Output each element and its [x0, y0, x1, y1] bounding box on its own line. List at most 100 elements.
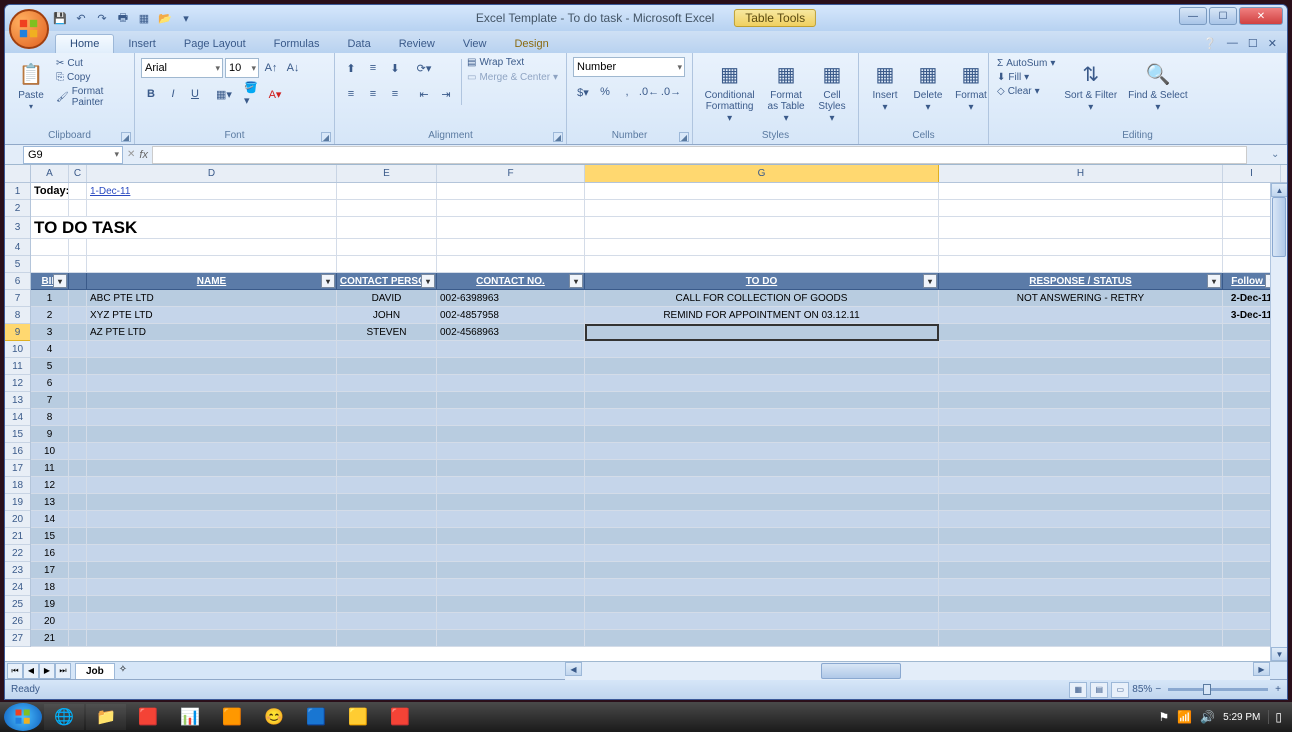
close-button[interactable]: ✕ [1239, 7, 1283, 25]
row-header-14[interactable]: 14 [5, 409, 30, 426]
close-workbook-icon[interactable]: ✕ [1268, 37, 1277, 50]
cell[interactable] [337, 562, 437, 579]
cell[interactable] [87, 426, 337, 443]
column-headers[interactable]: ACDEFGHI [31, 165, 1287, 183]
cell[interactable] [939, 392, 1223, 409]
cell[interactable]: CALL FOR COLLECTION OF GOODS [585, 290, 939, 307]
cell[interactable] [939, 324, 1223, 341]
cell[interactable] [437, 613, 585, 630]
clear-button[interactable]: ◇Clear ▾ [995, 85, 1057, 98]
tab-insert[interactable]: Insert [114, 35, 170, 53]
row-header-17[interactable]: 17 [5, 460, 30, 477]
col-header-G[interactable]: G [585, 165, 939, 182]
cell[interactable] [337, 239, 437, 256]
cell[interactable]: 002-4568963 [437, 324, 585, 341]
cell[interactable]: 1-Dec-11 [87, 183, 337, 200]
cell[interactable] [585, 511, 939, 528]
tray-flag-icon[interactable]: ⚑ [1158, 710, 1169, 724]
restore-workbook-icon[interactable]: ☐ [1248, 37, 1258, 50]
row-header-25[interactable]: 25 [5, 596, 30, 613]
taskbar-app-icon[interactable]: 🟥 [128, 704, 168, 730]
cell[interactable] [69, 477, 87, 494]
wrap-text-button[interactable]: ▤Wrap Text [467, 57, 558, 68]
format-as-table-button[interactable]: ▦Format as Table ▾ [763, 57, 809, 126]
align-top-icon[interactable]: ⬆ [341, 58, 361, 78]
taskbar-ie-icon[interactable]: 🌐 [44, 704, 84, 730]
col-header-H[interactable]: H [939, 165, 1223, 182]
table-header[interactable]: RESPONSE / STATUS▾ [939, 273, 1223, 290]
minimize-button[interactable]: — [1179, 7, 1207, 25]
cell[interactable] [87, 239, 337, 256]
row-header-23[interactable]: 23 [5, 562, 30, 579]
fill-color-button[interactable]: 🪣▾ [243, 84, 263, 104]
copy-button[interactable]: ⎘Copy [54, 71, 128, 84]
scroll-up-icon[interactable]: ▲ [1271, 183, 1287, 197]
cell[interactable]: 7 [31, 392, 69, 409]
cell[interactable] [585, 409, 939, 426]
col-header-A[interactable]: A [31, 165, 69, 182]
cell[interactable] [337, 460, 437, 477]
cell[interactable] [585, 579, 939, 596]
cell[interactable] [585, 183, 939, 200]
select-all-corner[interactable] [5, 165, 31, 183]
qat-more-icon[interactable]: ▾ [177, 9, 195, 27]
cell[interactable] [437, 528, 585, 545]
zoom-handle[interactable] [1203, 684, 1211, 695]
cell[interactable] [939, 579, 1223, 596]
cell[interactable] [337, 579, 437, 596]
cell[interactable] [585, 545, 939, 562]
prev-sheet-icon[interactable]: ◀ [23, 663, 39, 679]
next-sheet-icon[interactable]: ▶ [39, 663, 55, 679]
table-header[interactable]: TO DO▾ [585, 273, 939, 290]
cell[interactable] [31, 256, 69, 273]
row-headers[interactable]: 1234567891011121314151617181920212223242… [5, 183, 31, 647]
cell[interactable] [939, 341, 1223, 358]
cell[interactable] [939, 562, 1223, 579]
cell[interactable] [337, 477, 437, 494]
cell[interactable]: 14 [31, 511, 69, 528]
filter-dropdown-icon[interactable]: ▾ [53, 274, 67, 288]
cell[interactable]: 002-6398963 [437, 290, 585, 307]
tab-design[interactable]: Design [500, 35, 562, 53]
align-left-icon[interactable]: ≡ [341, 84, 361, 104]
tab-view[interactable]: View [449, 35, 501, 53]
paste-button[interactable]: 📋 Paste▾ [11, 57, 51, 113]
cell[interactable] [69, 443, 87, 460]
vertical-scrollbar[interactable]: ▲ ▼ [1270, 183, 1287, 661]
cell[interactable] [87, 579, 337, 596]
cell[interactable]: 15 [31, 528, 69, 545]
cell[interactable]: AZ PTE LTD [87, 324, 337, 341]
tab-data[interactable]: Data [333, 35, 384, 53]
row-header-7[interactable]: 7 [5, 290, 30, 307]
cell[interactable] [69, 562, 87, 579]
row-header-11[interactable]: 11 [5, 358, 30, 375]
row-header-15[interactable]: 15 [5, 426, 30, 443]
zoom-in-icon[interactable]: + [1275, 684, 1281, 695]
cell[interactable] [585, 494, 939, 511]
cell[interactable]: 16 [31, 545, 69, 562]
cell[interactable] [69, 392, 87, 409]
cells-area[interactable]: Today:1-Dec-11TO DO TASKBIL▾NAME▾CONTACT… [31, 183, 1287, 647]
find-select-button[interactable]: 🔍Find & Select ▾ [1124, 57, 1191, 115]
cell[interactable] [337, 256, 437, 273]
show-desktop-button[interactable]: ▯ [1268, 710, 1282, 724]
normal-view-icon[interactable]: ▦ [1069, 682, 1087, 698]
cell[interactable] [87, 200, 337, 217]
cell[interactable] [437, 494, 585, 511]
cell[interactable] [87, 613, 337, 630]
cell[interactable] [337, 630, 437, 647]
cell[interactable] [437, 341, 585, 358]
cell[interactable] [87, 511, 337, 528]
formula-input[interactable] [152, 146, 1247, 164]
cell[interactable]: 12 [31, 477, 69, 494]
cell[interactable] [939, 256, 1223, 273]
cell[interactable] [939, 613, 1223, 630]
taskbar-explorer-icon[interactable]: 📁 [86, 704, 126, 730]
cell[interactable] [69, 579, 87, 596]
sheet-tab-job[interactable]: Job [75, 663, 115, 679]
cell[interactable]: 9 [31, 426, 69, 443]
cell[interactable] [585, 341, 939, 358]
cell[interactable] [69, 511, 87, 528]
align-right-icon[interactable]: ≡ [385, 84, 405, 104]
filter-dropdown-icon[interactable]: ▾ [321, 274, 335, 288]
